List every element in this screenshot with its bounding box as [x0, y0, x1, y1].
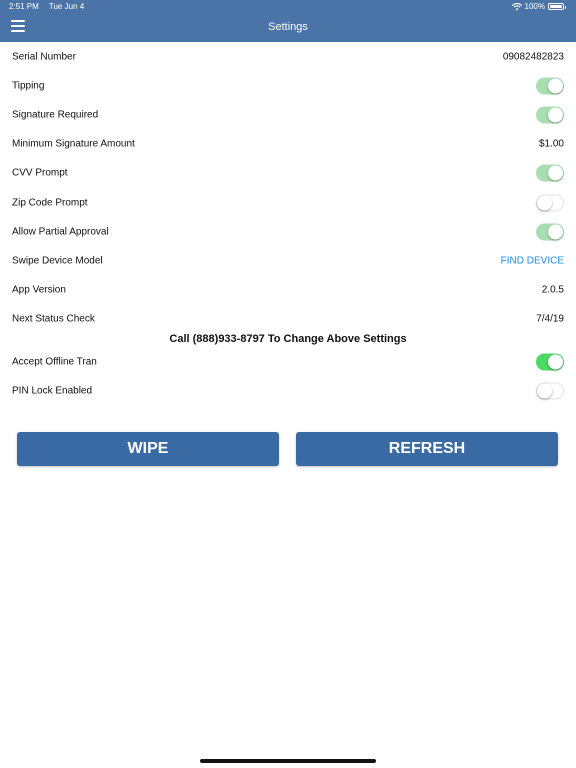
accept-offline-tran-toggle[interactable]: [536, 353, 564, 371]
setting-label: Tipping: [12, 80, 45, 92]
setting-label: Minimum Signature Amount: [12, 138, 135, 150]
setting-row-cvv-prompt: CVV Prompt: [0, 159, 576, 188]
setting-row-serial-number: Serial Number 09082482823: [0, 42, 576, 71]
settings-list: Serial Number 09082482823 Tipping Signat…: [0, 42, 576, 334]
status-bar-right: 100%: [511, 2, 566, 11]
status-bar-left: 2:51 PM Tue Jun 4: [9, 2, 92, 11]
wipe-button[interactable]: WIPE: [17, 432, 279, 466]
minimum-signature-amount-value: $1.00: [538, 138, 564, 150]
setting-row-signature-required: Signature Required: [0, 100, 576, 129]
status-date: Tue Jun 4: [48, 2, 85, 11]
battery-percent: 100%: [524, 2, 545, 11]
local-settings-list: Accept Offline Tran PIN Lock Enabled: [0, 347, 576, 405]
setting-label: Serial Number: [12, 51, 76, 63]
setting-row-allow-partial-approval: Allow Partial Approval: [0, 217, 576, 246]
serial-number-value: 09082482823: [502, 51, 564, 63]
battery-icon: [548, 3, 566, 10]
setting-label: Allow Partial Approval: [12, 226, 109, 238]
setting-row-tipping: Tipping: [0, 71, 576, 100]
setting-row-accept-offline-tran: Accept Offline Tran: [0, 347, 576, 376]
change-settings-notice: Call (888)933-8797 To Change Above Setti…: [169, 333, 407, 345]
setting-label: Signature Required: [12, 109, 99, 121]
cvv-prompt-toggle[interactable]: [536, 164, 564, 182]
page-title: Settings: [268, 21, 308, 33]
home-indicator: [200, 759, 376, 763]
setting-label: Accept Offline Tran: [12, 356, 97, 368]
allow-partial-approval-toggle[interactable]: [536, 223, 564, 241]
tipping-toggle[interactable]: [536, 77, 564, 95]
nav-header: 2:51 PM Tue Jun 4 100% Settings: [0, 0, 576, 42]
find-device-link[interactable]: FIND DEVICE: [501, 255, 564, 266]
setting-label: Swipe Device Model: [12, 255, 103, 267]
wifi-icon: [511, 2, 522, 10]
setting-row-pin-lock-enabled: PIN Lock Enabled: [0, 376, 576, 405]
setting-row-app-version: App Version 2.0.5: [0, 276, 576, 305]
setting-label: Next Status Check: [12, 313, 95, 325]
next-status-check-value: 7/4/19: [536, 313, 564, 325]
zip-code-prompt-toggle[interactable]: [536, 194, 564, 212]
signature-required-toggle[interactable]: [536, 106, 564, 124]
setting-label: CVV Prompt: [12, 167, 68, 179]
setting-row-zip-code-prompt: Zip Code Prompt: [0, 188, 576, 217]
setting-row-next-status-check: Next Status Check 7/4/19: [0, 305, 576, 334]
setting-label: Zip Code Prompt: [12, 197, 88, 209]
status-time: 2:51 PM: [9, 2, 39, 11]
app-version-value: 2.0.5: [541, 284, 564, 296]
refresh-button[interactable]: REFRESH: [296, 432, 558, 466]
setting-label: PIN Lock Enabled: [12, 385, 93, 397]
pin-lock-enabled-toggle[interactable]: [536, 382, 564, 400]
setting-row-minimum-signature-amount: Minimum Signature Amount $1.00: [0, 130, 576, 159]
setting-row-swipe-device-model: Swipe Device Model FIND DEVICE: [0, 246, 576, 275]
setting-label: App Version: [12, 284, 66, 296]
